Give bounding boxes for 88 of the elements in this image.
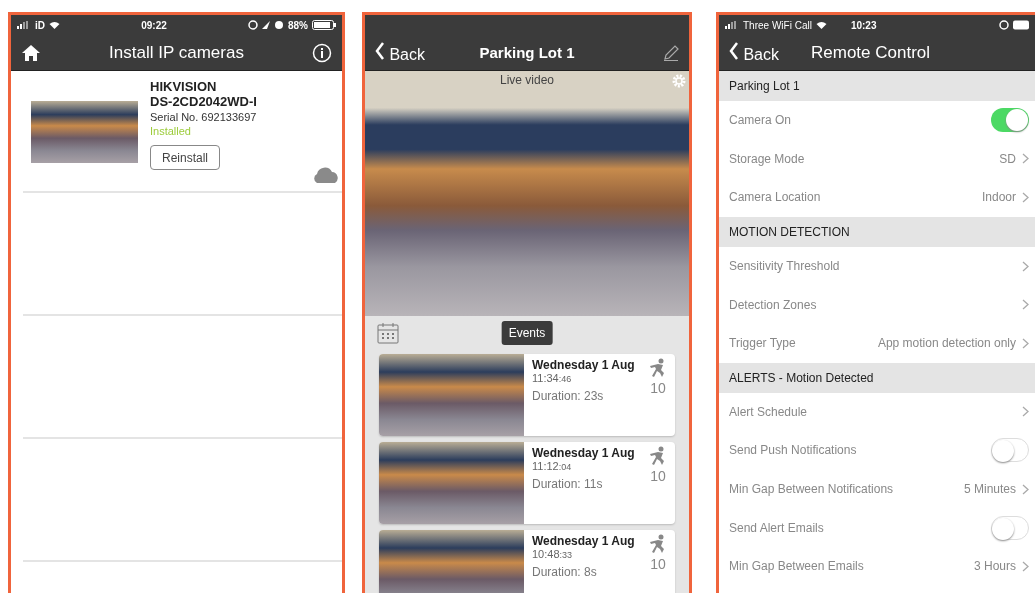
screen-title: Install IP cameras [109, 42, 244, 63]
chevron-right-icon [1022, 560, 1029, 572]
setting-label: Camera On [729, 113, 793, 128]
event-count: 10 [650, 556, 666, 572]
back-chevron-icon [375, 41, 385, 60]
setting-row[interactable]: Min Gap Between Emails 3 Hours [719, 546, 1035, 586]
setting-label: Send Alert Emails [729, 520, 825, 535]
pencil-icon[interactable] [663, 44, 679, 61]
event-date: Wednesday 1 Aug [532, 358, 636, 372]
chevron-right-icon [1022, 406, 1029, 418]
setting-row[interactable]: Camera Location Indoor [719, 178, 1035, 217]
event-count: 10 [650, 468, 666, 484]
status-time: 10:23 [850, 19, 877, 31]
setting-value: 3 Hours [973, 559, 1016, 574]
setting-row[interactable]: Min Gap Between Notifications 5 Minutes [719, 469, 1035, 509]
toggle-switch[interactable] [991, 515, 1029, 540]
live-video-label: Live video [500, 73, 554, 87]
setting-value: App motion detection only [877, 336, 1016, 351]
back-chevron-icon [729, 41, 739, 60]
calendar-icon[interactable] [377, 322, 399, 344]
setting-row[interactable]: Trigger Type App motion detection only [719, 323, 1035, 363]
setting-row[interactable]: Sensitivity Threshold [719, 246, 1035, 286]
event-duration: Duration: 11s [532, 477, 604, 491]
info-icon[interactable] [312, 42, 332, 63]
battery-percent: 88% [288, 19, 308, 31]
section-header: Parking Lot 1 [719, 71, 1035, 101]
chevron-right-icon [1022, 483, 1029, 495]
setting-label: Send Push Notifications [729, 443, 858, 458]
setting-label: Alert Schedule [729, 404, 809, 419]
event-card[interactable]: Wednesday 1 Aug 10:48:33 Duration: 8s 10 [379, 530, 675, 593]
running-person-icon [649, 446, 667, 466]
chevron-right-icon [1022, 192, 1029, 203]
chevron-right-icon [1022, 337, 1029, 349]
setting-value: Indoor [981, 190, 1016, 205]
setting-row[interactable]: Storage Mode SD [719, 139, 1035, 179]
event-duration: Duration: 8s [532, 565, 598, 579]
cloud-icon [312, 167, 340, 183]
back-button[interactable]: Back [375, 41, 435, 64]
wifi-icon [49, 21, 60, 29]
running-person-icon [649, 534, 667, 554]
status-indicators-icon [248, 20, 284, 30]
event-date: Wednesday 1 Aug [532, 446, 636, 460]
section-header: ALERTS - Motion Detected [719, 362, 1035, 393]
install-status: Installed [150, 125, 192, 137]
event-time: 11:12:04 [532, 460, 573, 472]
event-time: 11:34:46 [532, 372, 573, 384]
setting-label: Detection Zones [729, 297, 818, 312]
reinstall-button[interactable]: Reinstall [150, 145, 220, 170]
carrier-name: Three WiFi Call [743, 19, 812, 31]
screen-title: Parking Lot 1 [478, 44, 576, 61]
setting-label: Min Gap Between Emails [729, 559, 865, 574]
signal-icon [725, 21, 739, 29]
toggle-switch[interactable] [991, 108, 1029, 133]
setting-label: Min Gap Between Notifications [729, 482, 895, 497]
home-icon[interactable] [21, 43, 41, 62]
signal-icon [17, 21, 31, 29]
status-indicator-icon [999, 20, 1009, 30]
event-time: 10:48:33 [532, 548, 574, 560]
battery-icon [312, 20, 336, 30]
wifi-icon [815, 21, 827, 29]
event-duration: Duration: 23s [532, 389, 605, 403]
toggle-switch[interactable] [991, 438, 1029, 463]
setting-value: 5 Minutes [963, 482, 1016, 497]
carrier-name: iD [35, 19, 45, 31]
setting-label: Storage Mode [729, 151, 806, 166]
chevron-right-icon [1022, 153, 1029, 165]
setting-row[interactable]: Detection Zones [719, 285, 1035, 324]
chevron-right-icon [1022, 299, 1029, 311]
camera-model: DS-2CD2042WD-I [150, 94, 257, 109]
setting-row[interactable]: Alert Schedule [719, 392, 1035, 432]
setting-label: Camera Location [729, 190, 822, 205]
battery-icon [1013, 20, 1029, 30]
serial-number: Serial No. 692133697 [150, 111, 257, 123]
event-card[interactable]: Wednesday 1 Aug 11:34:46 Duration: 23s 10 [379, 354, 675, 436]
setting-label: Trigger Type [729, 336, 797, 351]
setting-label: Sensitivity Threshold [729, 259, 841, 274]
events-button[interactable]: Events [501, 321, 553, 345]
running-person-icon [649, 358, 667, 378]
back-button[interactable]: Back [729, 41, 779, 64]
event-card[interactable]: Wednesday 1 Aug 11:12:04 Duration: 11s 10 [379, 442, 675, 524]
setting-value: SD [999, 151, 1016, 166]
chevron-right-icon [1022, 260, 1029, 272]
status-time: 09:22 [141, 19, 167, 31]
screen-title: Remote Control [811, 42, 931, 63]
section-header: MOTION DETECTION [719, 216, 1035, 247]
event-date: Wednesday 1 Aug [532, 534, 636, 548]
event-count: 10 [650, 380, 666, 396]
camera-brand: HIKVISION [150, 79, 218, 94]
